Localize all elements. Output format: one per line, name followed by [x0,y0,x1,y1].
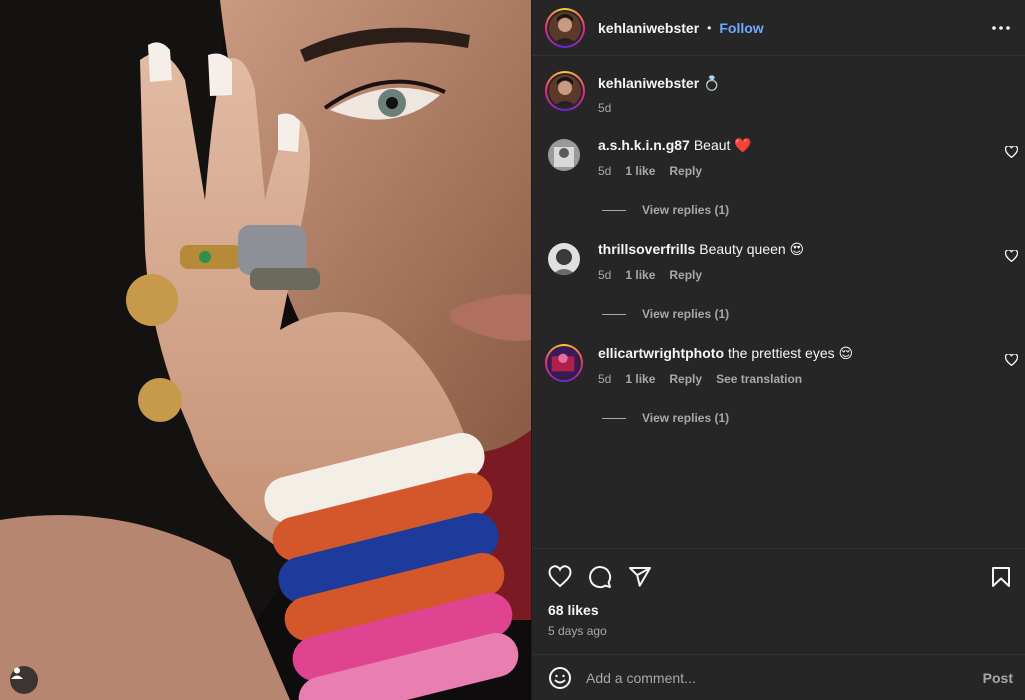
user-tag-icon[interactable] [10,666,38,694]
comment-item: thrillsoverfrills Beauty queen 😍 5d 1 li… [532,241,1025,282]
emoji-icon[interactable] [548,666,572,690]
comment-text: Beauty queen 😍 [699,241,805,257]
comment-time[interactable]: 5d [598,268,611,282]
view-replies-label: View replies (1) [642,203,730,217]
author-avatar[interactable] [545,7,585,48]
commenter-avatar[interactable] [545,344,583,382]
comment-username[interactable]: ellicartwrightphoto [598,345,724,361]
heart-icon[interactable] [548,564,572,589]
comment-time[interactable]: 5d [598,372,611,386]
post-photo[interactable] [0,0,531,700]
see-translation-button[interactable]: See translation [716,372,802,386]
comment-text: Beaut ❤️ [693,137,752,153]
share-icon[interactable] [628,565,652,589]
comment-username[interactable]: thrillsoverfrills [598,241,695,257]
reply-button[interactable]: Reply [669,372,702,386]
comment-likes[interactable]: 1 like [625,164,655,178]
comment-likes[interactable]: 1 like [625,372,655,386]
caption-avatar[interactable] [545,71,585,111]
comment-item: a.s.h.k.i.n.g87 Beaut ❤️ 5d 1 like Reply [532,137,1025,178]
comment-text: the prettiest eyes 😌 [728,345,854,361]
comment-likes[interactable]: 1 like [625,268,655,282]
comment-item: ellicartwrightphoto the prettiest eyes 😌… [532,344,1025,386]
comment-time[interactable]: 5d [598,164,611,178]
post-header: kehlaniwebster • Follow [532,0,1025,56]
post-button[interactable]: Post [983,670,1013,686]
reply-button[interactable]: Reply [669,268,702,282]
action-bar [532,548,1025,604]
comment-username[interactable]: a.s.h.k.i.n.g87 [598,137,690,153]
follow-button[interactable]: Follow [719,20,763,36]
view-replies-label: View replies (1) [642,411,730,425]
caption-username[interactable]: kehlaniwebster [598,75,699,91]
comment-composer: Post [532,654,1025,700]
heart-icon[interactable] [1004,145,1019,159]
heart-icon[interactable] [1004,353,1019,367]
view-replies-button[interactable]: View replies (1) [602,411,1025,425]
comments-list[interactable]: kehlaniwebster 💍 5d a.s.h.k.i.n.g87 Beau… [532,57,1025,547]
commenter-avatar[interactable] [548,139,580,171]
separator-dot: • [707,20,712,35]
view-replies-button[interactable]: View replies (1) [602,203,1025,217]
likes-count[interactable]: 68 likes [532,602,1025,618]
bookmark-icon[interactable] [989,565,1013,589]
reply-button[interactable]: Reply [669,164,702,178]
view-replies-button[interactable]: View replies (1) [602,307,1025,321]
caption-text: 💍 [703,75,721,91]
post-caption: kehlaniwebster 💍 5d [532,57,1025,115]
post-panel: kehlaniwebster • Follow kehlaniwebster 💍 [531,0,1025,700]
heart-icon[interactable] [1004,249,1019,263]
author-username[interactable]: kehlaniwebster [598,20,699,36]
photo-illustration [0,0,531,700]
view-replies-label: View replies (1) [642,307,730,321]
post-timestamp[interactable]: 5 days ago [532,624,1025,638]
more-horizontal-icon[interactable] [989,16,1013,40]
caption-time[interactable]: 5d [598,101,721,115]
comment-input[interactable] [586,669,983,686]
post-footer: 68 likes 5 days ago [532,548,1025,638]
commenter-avatar[interactable] [548,243,580,275]
comment-icon[interactable] [588,565,612,589]
